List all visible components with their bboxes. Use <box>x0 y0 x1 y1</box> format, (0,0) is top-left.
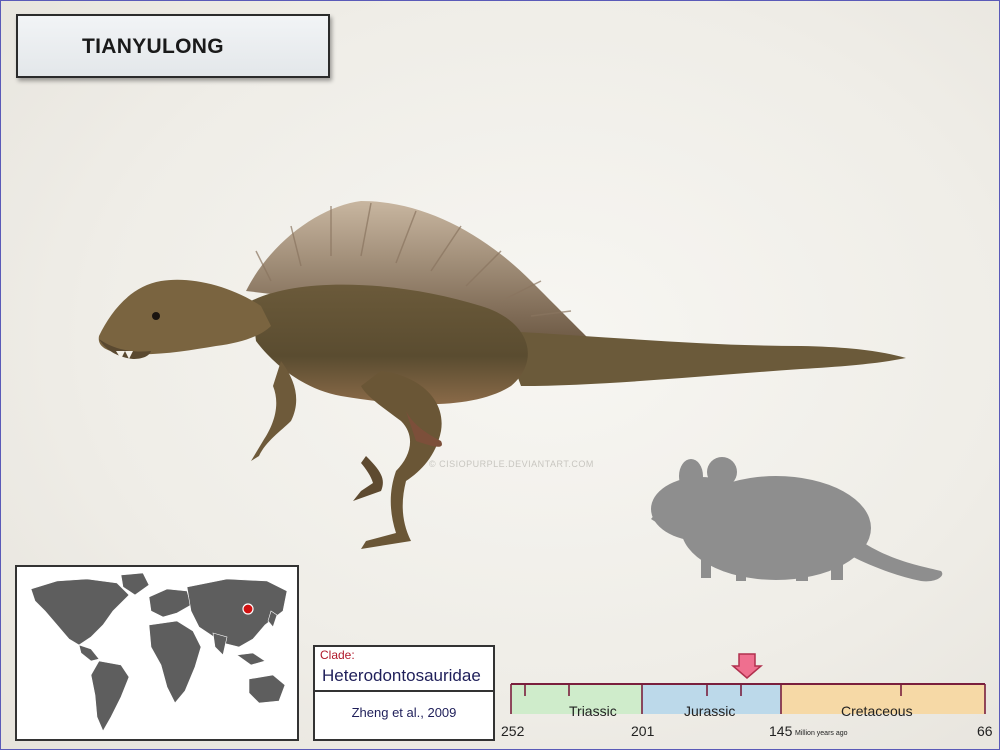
period-label-cretaceous: Cretaceous <box>841 703 913 719</box>
age-marker-arrow <box>730 653 764 679</box>
boundary-label-66: 66 <box>977 723 993 739</box>
watermark: © CISIOPURPLE.DEVIANTART.COM <box>429 459 594 469</box>
period-label-jurassic: Jurassic <box>684 703 735 719</box>
clade-divider <box>315 690 493 692</box>
page-frame: TIANYULONG © CISIOPURPLE.DEVIANTART.COM … <box>0 0 1000 750</box>
period-label-triassic: Triassic <box>569 703 617 719</box>
boundary-label-201: 201 <box>631 723 655 739</box>
clade-box: Clade: Heterodontosauridae Zheng et al.,… <box>313 645 495 741</box>
location-marker <box>242 603 254 615</box>
geologic-timeline: Triassic Jurassic Cretaceous 252 201 145… <box>501 653 993 739</box>
clade-reference: Zheng et al., 2009 <box>351 705 457 720</box>
boundary-label-252: 252 <box>501 723 525 739</box>
clade-name: Heterodontosauridae <box>322 666 481 685</box>
world-map <box>30 572 288 732</box>
boundary-label-145: 145 <box>769 723 793 739</box>
timeline-unit: Million years ago <box>795 730 848 737</box>
mouse-silhouette <box>651 457 943 582</box>
clade-label: Clade: <box>320 648 355 662</box>
map-box <box>15 565 299 741</box>
